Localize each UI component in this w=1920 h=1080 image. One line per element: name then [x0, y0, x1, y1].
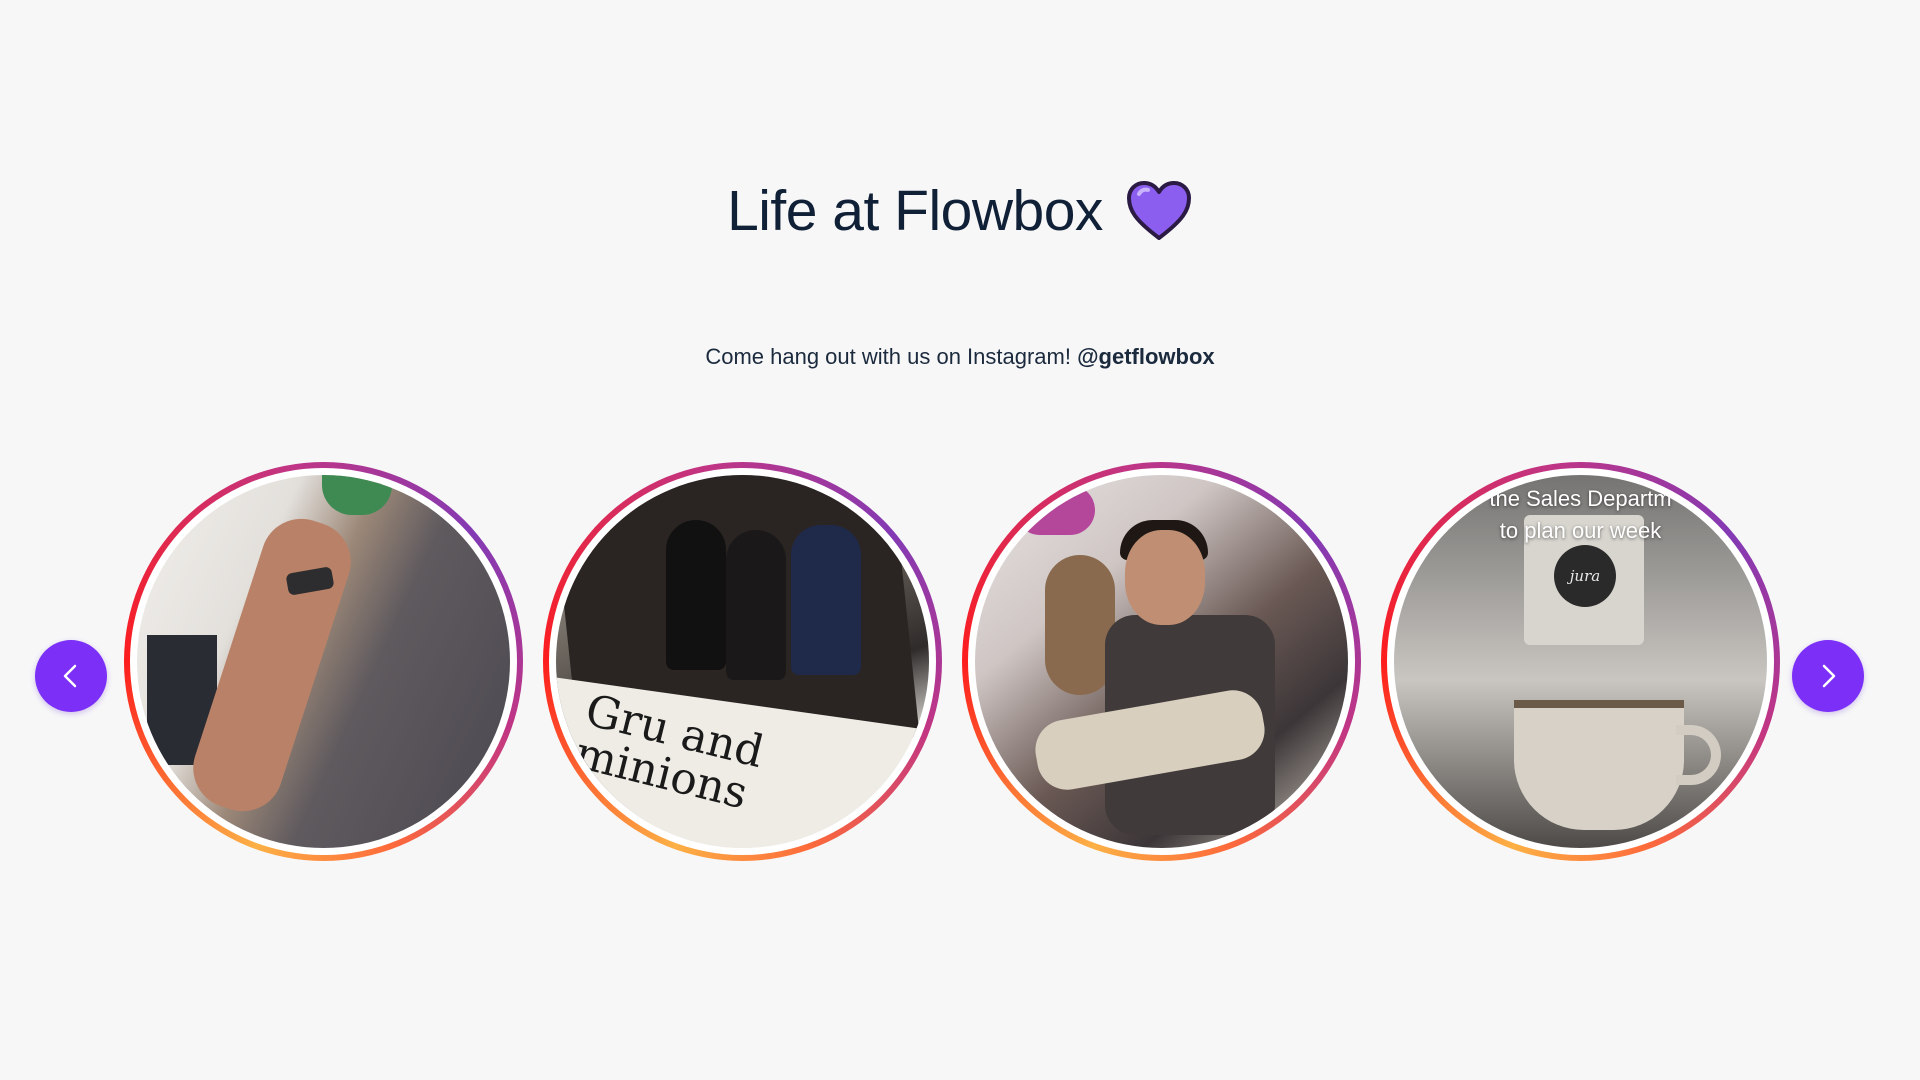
story-photo: [975, 475, 1348, 848]
story-ring: [130, 468, 517, 855]
story-photo: jura the Sales Departm to plan our week: [1394, 475, 1767, 848]
caption-line-2: to plan our week: [1499, 518, 1662, 543]
chevron-left-icon: [63, 664, 77, 688]
page: Life at Flowbox Come hang out with us on…: [0, 0, 1920, 1080]
story-circle-1[interactable]: [124, 462, 523, 861]
story-photo: Gru and minions: [556, 475, 929, 848]
instagram-handle-link[interactable]: @getflowbox: [1077, 344, 1215, 369]
invite-text: Come hang out with us on Instagram!: [705, 344, 1078, 369]
title-row: Life at Flowbox: [0, 178, 1920, 244]
story-circle-2[interactable]: Gru and minions: [543, 462, 942, 861]
story-caption: the Sales Departm to plan our week: [1394, 483, 1767, 547]
story-photo: [137, 475, 510, 848]
chevron-right-icon: [1822, 664, 1836, 688]
instagram-invite: Come hang out with us on Instagram! @get…: [0, 344, 1920, 370]
caption-line-1: the Sales Departm: [1489, 486, 1672, 511]
page-title: Life at Flowbox: [727, 179, 1103, 243]
carousel-prev-button[interactable]: [35, 640, 107, 712]
story-ring: jura the Sales Departm to plan our week: [1387, 468, 1774, 855]
story-ring: Gru and minions: [549, 468, 936, 855]
story-ring: [968, 468, 1355, 855]
purple-heart-icon: [1126, 181, 1191, 240]
story-circle-4[interactable]: jura the Sales Departm to plan our week: [1381, 462, 1780, 861]
carousel-next-button[interactable]: [1792, 640, 1864, 712]
machine-logo: jura: [1554, 545, 1616, 607]
story-circle-3[interactable]: [962, 462, 1361, 861]
